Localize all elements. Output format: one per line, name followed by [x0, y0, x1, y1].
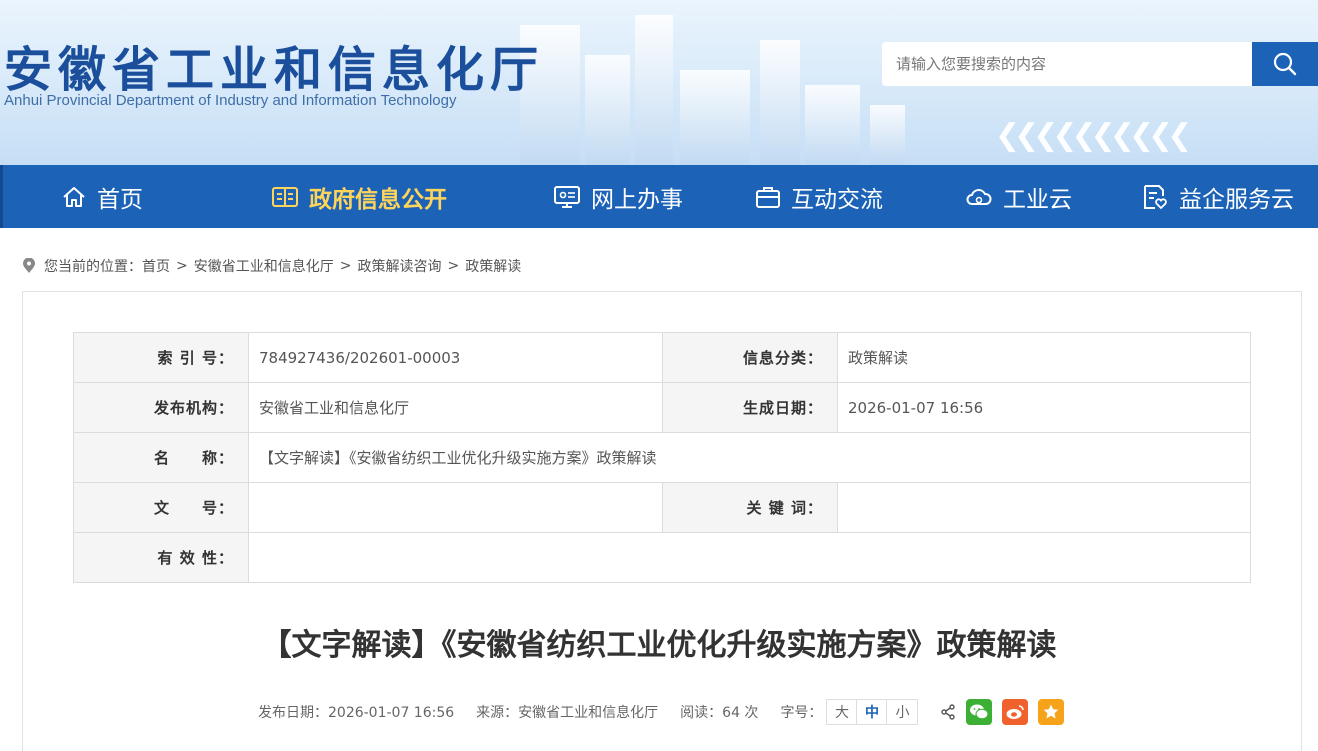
share-icon[interactable] — [940, 704, 956, 720]
nav-item-home[interactable]: 首页 — [61, 165, 143, 228]
building-graphic — [760, 40, 800, 165]
table-row: 发布机构： 安徽省工业和信息化厅 生成日期： 2026-01-07 16:56 — [73, 382, 1251, 433]
breadcrumb: 您当前的位置： 首页 > 安徽省工业和信息化厅 > 政策解读咨询 > 政策解读 — [22, 255, 521, 277]
read-count: 阅读：64 次 — [680, 705, 759, 721]
breadcrumb-separator: > — [339, 258, 352, 274]
creation-date-label: 生成日期： — [662, 382, 838, 433]
briefcase-icon — [755, 184, 781, 210]
search-box — [882, 42, 1318, 86]
breadcrumb-prefix: 您当前的位置： — [44, 259, 142, 275]
breadcrumb-link-policy-consult[interactable]: 政策解读咨询 — [357, 256, 441, 276]
building-graphic — [870, 105, 905, 165]
breadcrumb-link-department[interactable]: 安徽省工业和信息化厅 — [194, 256, 334, 276]
monitor-icon — [553, 184, 581, 210]
nav-item-industry-cloud[interactable]: 工业云 — [965, 165, 1072, 228]
main-nav: 首页 政府信息公开 网上办事 互动交流 工业云 益企服务云 — [0, 165, 1318, 228]
nav-label: 政府信息公开 — [309, 186, 447, 213]
creation-date-value: 2026-01-07 16:56 — [837, 382, 1251, 433]
publisher-value: 安徽省工业和信息化厅 — [248, 382, 663, 433]
name-value: 【文字解读】《安徽省纺织工业优化升级实施方案》政策解读 — [248, 432, 1251, 483]
publisher-label: 发布机构： — [73, 382, 249, 433]
site-subtitle: Anhui Provincial Department of Industry … — [4, 92, 457, 109]
search-icon — [1273, 52, 1297, 76]
building-graphic — [585, 55, 630, 165]
chevron-decoration-icon: ❮❮❮❮❮❮❮❮❮❮ — [995, 118, 1192, 153]
font-size-selector: 大 中 小 — [826, 699, 919, 725]
share-bar — [940, 699, 1065, 725]
nav-label: 工业云 — [1003, 186, 1072, 213]
book-icon — [271, 184, 299, 210]
font-size-small-button[interactable]: 小 — [887, 700, 917, 724]
site-title: 安徽省工业和信息化厅 — [4, 42, 545, 98]
breadcrumb-separator: > — [447, 258, 460, 274]
font-size-medium-button[interactable]: 中 — [857, 700, 888, 724]
building-graphic — [680, 70, 750, 165]
weibo-icon — [1006, 705, 1025, 719]
star-icon — [1044, 704, 1059, 719]
wechat-icon — [970, 704, 989, 720]
table-row: 名 称： 【文字解读】《安徽省纺织工业优化升级实施方案》政策解读 — [73, 432, 1251, 483]
index-number-value: 784927436/202601-00003 — [248, 332, 663, 383]
nav-label: 首页 — [97, 186, 143, 213]
breadcrumb-separator: > — [176, 258, 188, 274]
article-source: 来源：安徽省工业和信息化厅 — [476, 705, 659, 721]
table-row: 文 号： 关 键 词： — [73, 482, 1251, 533]
category-value: 政策解读 — [837, 332, 1251, 383]
cloud-gear-icon — [965, 184, 993, 210]
font-size-label: 字号： — [780, 705, 823, 721]
nav-label: 互动交流 — [791, 186, 883, 213]
favorite-button[interactable] — [1038, 699, 1065, 725]
article-title: 【文字解读】《安徽省纺织工业优化升级实施方案》政策解读 — [261, 628, 1057, 663]
validity-label: 有 效 性： — [73, 532, 249, 583]
search-input[interactable] — [882, 42, 1252, 86]
document-number-value — [248, 482, 663, 533]
nav-item-online-service[interactable]: 网上办事 — [553, 165, 683, 228]
keywords-label: 关 键 词： — [662, 482, 838, 533]
table-row: 索 引 号： 784927436/202601-00003 信息分类： 政策解读 — [73, 332, 1251, 383]
share-wechat-button[interactable] — [966, 699, 993, 725]
breadcrumb-link-home[interactable]: 首页 — [142, 256, 170, 276]
nav-label: 益企服务云 — [1179, 186, 1294, 213]
font-size-large-button[interactable]: 大 — [827, 700, 858, 724]
index-number-label: 索 引 号： — [73, 332, 249, 383]
location-pin-icon — [22, 258, 36, 274]
article-info-row: 发布日期：2026-01-07 16:56 来源：安徽省工业和信息化厅 阅读：6… — [258, 699, 1065, 725]
building-graphic — [635, 15, 673, 165]
home-icon — [61, 184, 87, 210]
keywords-value — [837, 482, 1251, 533]
nav-item-interaction[interactable]: 互动交流 — [755, 165, 883, 228]
publish-date: 发布日期：2026-01-07 16:56 — [258, 705, 455, 721]
share-weibo-button[interactable] — [1002, 699, 1029, 725]
header-banner: ❮❮❮❮❮❮❮❮❮❮ 安徽省工业和信息化厅 Anhui Provincial D… — [0, 0, 1318, 165]
category-label: 信息分类： — [662, 332, 838, 383]
document-meta-table: 索 引 号： 784927436/202601-00003 信息分类： 政策解读… — [73, 332, 1251, 583]
breadcrumb-link-policy-interpret[interactable]: 政策解读 — [465, 256, 521, 276]
building-graphic — [805, 85, 860, 165]
validity-value — [248, 532, 1251, 583]
document-heart-icon — [1141, 184, 1169, 210]
nav-item-enterprise-cloud[interactable]: 益企服务云 — [1141, 165, 1294, 228]
name-label: 名 称： — [73, 432, 249, 483]
search-button[interactable] — [1252, 42, 1318, 86]
document-number-label: 文 号： — [73, 482, 249, 533]
table-row: 有 效 性： — [73, 532, 1251, 583]
nav-item-gov-info[interactable]: 政府信息公开 — [271, 165, 447, 228]
nav-label: 网上办事 — [591, 186, 683, 213]
